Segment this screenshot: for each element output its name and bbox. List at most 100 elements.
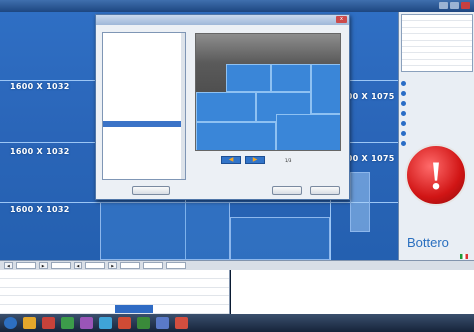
table-cell <box>0 305 38 313</box>
toolbar-button[interactable]: ◀ <box>73 262 83 269</box>
table-cell <box>0 288 38 296</box>
app-icon[interactable] <box>99 317 112 329</box>
table-row[interactable] <box>0 305 229 314</box>
table-row[interactable] <box>0 270 229 279</box>
table-row[interactable] <box>0 279 229 288</box>
app-icon[interactable] <box>118 317 131 329</box>
table-row[interactable] <box>0 288 229 297</box>
status-item[interactable] <box>401 128 473 138</box>
app-icon[interactable] <box>61 317 74 329</box>
pieces-table <box>0 270 230 314</box>
toolbar-field[interactable] <box>15 262 36 269</box>
ok-button[interactable] <box>272 186 302 195</box>
glass-panel[interactable] <box>230 217 330 260</box>
preview-panel <box>311 64 340 114</box>
arrow-left-icon: ◀ <box>228 156 234 163</box>
table-cell-selected <box>114 305 153 313</box>
table-row[interactable] <box>0 296 229 306</box>
bottom-toolbar: ◀ ▶ ◀ ▶ <box>0 260 474 270</box>
close-window-button[interactable] <box>461 2 470 9</box>
delete-button[interactable] <box>132 186 170 195</box>
alarm-button[interactable]: ! <box>405 144 467 206</box>
coordinates-table <box>401 14 473 72</box>
glass-panel[interactable] <box>350 172 370 232</box>
table-cell <box>191 270 229 278</box>
toolbar-field[interactable] <box>166 262 187 269</box>
preview-navigation: ◀ ▶ 1/3 <box>195 154 341 166</box>
table-cell <box>115 296 153 304</box>
table-cell <box>115 279 153 287</box>
panel-dimension-label: 1600 X 1032 <box>10 147 70 156</box>
folder-icon[interactable] <box>23 317 36 329</box>
app-icon[interactable] <box>42 317 55 329</box>
table-cell <box>153 279 191 287</box>
status-item[interactable] <box>401 98 473 108</box>
optimization-list[interactable] <box>102 32 186 180</box>
table-cell <box>191 296 229 304</box>
panel-dimension-label: 1600 X 1032 <box>10 205 70 214</box>
arrow-right-icon: ▶ <box>252 156 258 163</box>
toolbar-button[interactable]: ▶ <box>108 262 118 269</box>
table-cell <box>191 305 229 313</box>
preview-panel <box>196 92 256 122</box>
taskbar <box>0 314 474 332</box>
table-cell <box>0 279 38 287</box>
status-item[interactable] <box>401 78 473 88</box>
status-dot-icon <box>401 100 406 106</box>
optimization-dialog: x ◀ ▶ 1/3 <box>95 14 350 200</box>
app-icon[interactable] <box>175 317 188 329</box>
prev-button[interactable]: ◀ <box>221 156 241 164</box>
table-cell <box>153 270 191 278</box>
status-dot-icon <box>401 110 406 116</box>
table-cell <box>38 270 76 278</box>
toolbar-button[interactable]: ▶ <box>38 262 48 269</box>
list-scrollbar[interactable] <box>181 33 185 179</box>
next-button[interactable]: ▶ <box>245 156 265 164</box>
table-cell <box>38 288 76 296</box>
table-cell <box>76 296 114 304</box>
table-cell <box>38 305 76 313</box>
table-cell <box>115 270 153 278</box>
dialog-close-button[interactable]: x <box>336 16 347 23</box>
status-item[interactable] <box>401 108 473 118</box>
status-dot-icon <box>401 140 406 146</box>
app-icon[interactable] <box>137 317 150 329</box>
table-cell <box>38 279 76 287</box>
table-cell <box>76 305 114 313</box>
status-dot-icon <box>401 80 406 86</box>
toolbar-button[interactable]: ◀ <box>4 262 13 269</box>
table-cell <box>76 288 114 296</box>
table-cell <box>153 305 191 313</box>
toolbar-field[interactable] <box>143 262 164 269</box>
table-cell <box>0 296 38 304</box>
table-cell <box>191 288 229 296</box>
status-item[interactable] <box>401 118 473 128</box>
status-item[interactable] <box>401 88 473 98</box>
toolbar-field[interactable] <box>85 262 106 269</box>
menu-bar <box>0 0 474 12</box>
table-cell <box>76 270 114 278</box>
panel-dimension-label: 1600 X 1032 <box>10 82 70 91</box>
coord-row <box>402 60 472 67</box>
status-list <box>401 78 473 148</box>
toolbar-field[interactable] <box>50 262 71 269</box>
app-icon[interactable] <box>156 317 169 329</box>
language-flag-icon[interactable] <box>460 254 468 259</box>
cancel-button[interactable] <box>310 186 340 195</box>
app-icon[interactable] <box>80 317 93 329</box>
table-cell <box>76 279 114 287</box>
preview-panel <box>271 64 311 92</box>
toolbar-field[interactable] <box>120 262 141 269</box>
glass-panel[interactable] <box>100 202 230 260</box>
preview-panel <box>276 114 340 150</box>
start-icon[interactable] <box>4 317 17 329</box>
minimize-button[interactable] <box>439 2 448 9</box>
machine-status-panel: ! Bottero <box>398 12 474 260</box>
preview-panel <box>196 122 276 150</box>
preview-panel <box>226 64 271 92</box>
layout-preview <box>195 33 341 151</box>
message-area <box>231 270 474 314</box>
status-dot-icon <box>401 90 406 96</box>
list-item[interactable] <box>103 174 185 179</box>
maximize-button[interactable] <box>450 2 459 9</box>
